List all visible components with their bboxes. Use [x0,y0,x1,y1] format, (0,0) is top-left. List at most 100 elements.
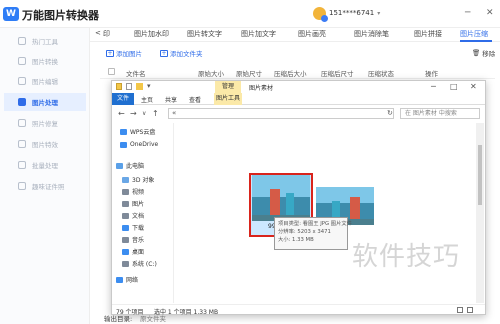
sidebar-item-label: 照片修复 [32,120,58,128]
column-compressed-dimensions: 压缩后尺寸 [321,70,354,78]
vertical-scrollbar[interactable] [476,123,484,303]
sidebar-item-hot-tools[interactable]: 热门工具 [4,32,86,50]
nav-item[interactable]: 下载 [122,223,144,232]
file-content-area: 99 项目类型: 看图王 JPG 图片文件 分辨率: 5203 x 3471 大… [176,123,476,303]
ribbon-tab-share[interactable]: 共享 [165,95,177,104]
nav-item-label: 下载 [132,225,145,232]
trash-icon: 🗑 [472,49,481,57]
select-all-checkbox[interactable] [108,68,115,75]
sidebar-item-label: 图片编辑 [32,78,58,86]
forward-arrow-icon[interactable]: → [130,109,137,118]
scrollbar-thumb[interactable] [478,145,482,205]
sidebar-item-image-convert[interactable]: 图片转换 [4,52,86,70]
nav-item-label: 系统 (C:) [132,261,157,268]
tab-image-to-text[interactable]: 图片转文字 [187,29,222,39]
nav-item-icon [122,248,129,255]
ribbon-tab-file[interactable]: 文件 [112,93,134,105]
username[interactable]: 151****6741 [329,9,374,17]
nav-item-icon [122,200,129,207]
process-icon [18,98,26,106]
explorer-status-bar: 79 个项目 选中 1 个项目 1.33 MB [112,304,485,316]
nav-item[interactable]: 此电脑 [116,161,144,170]
column-original-size: 原始大小 [198,70,224,78]
ribbon-tab-home[interactable]: 主页 [141,95,153,104]
tab-add-text[interactable]: 图片加文字 [241,29,276,39]
sidebar-item-photo-repair[interactable]: 照片修复 [4,114,86,132]
nav-item[interactable]: 网络 [116,275,138,284]
item-count: 79 个项目 [116,309,144,316]
sidebar-item-image-edit[interactable]: 图片编辑 [4,72,86,90]
refresh-icon[interactable]: ↻ [387,109,393,117]
nav-item-icon [116,162,123,169]
add-folder-label: 添加文件夹 [170,50,203,58]
tabs-back-icon[interactable]: < [95,29,101,37]
title-bar: W 万能图片转换器 151****6741 ▾ ─ ✕ [0,0,500,28]
recent-dropdown-icon[interactable]: ∨ [142,110,146,117]
tab-watermark[interactable]: 图片加水印 [134,29,169,39]
quick-access-dropdown[interactable]: ▾ [147,82,151,90]
tab-stitch[interactable]: 图片拼接 [414,29,442,39]
quick-access-new-folder-icon[interactable] [136,83,143,90]
sidebar-item-image-process[interactable]: 图片处理 [4,93,86,111]
sidebar-item-label: 热门工具 [32,38,58,46]
sidebar-item-batch[interactable]: 批量处理 [4,156,86,174]
nav-item-icon [122,236,129,243]
column-original-dimensions: 原始尺寸 [236,70,262,78]
nav-item-label: WPS云盘 [130,129,156,136]
add-image-button[interactable]: + 添加图片 [106,48,142,58]
tab-print[interactable]: 印 [103,29,110,39]
nav-item[interactable]: 视频 [122,187,144,196]
back-arrow-icon[interactable]: ← [118,109,125,118]
remove-button[interactable]: 🗑 移除 [472,48,495,58]
quick-access-properties-icon[interactable] [126,83,132,90]
ribbon-tab-picture-tools[interactable]: 图片工具 [214,93,242,105]
sidebar-item-image-effects[interactable]: 图片特效 [4,135,86,153]
tab-eraser[interactable]: 图片消除笔 [354,29,389,39]
nav-item[interactable]: 系统 (C:) [122,259,157,268]
nav-item[interactable]: 文档 [122,211,144,220]
minimize-button[interactable]: ─ [465,8,470,18]
nav-item[interactable]: WPS云盘 [120,127,155,136]
quick-access-folder-icon[interactable] [116,83,122,90]
sidebar-item-label: 批量处理 [32,162,58,170]
up-arrow-icon[interactable]: ↑ [152,109,159,118]
sidebar-item-id-photo[interactable]: 趣味证件照 [4,177,86,195]
sidebar: 热门工具 图片转换 图片编辑 图片处理 照片修复 图片特效 批量处理 趣味证件照 [0,28,90,324]
file-table-header: 文件名 原始大小 原始尺寸 压缩后大小 压缩后尺寸 压缩状态 操作 [100,65,495,79]
large-icons-view-icon[interactable] [467,307,473,313]
column-compressed-size: 压缩后大小 [274,70,307,78]
edit-icon [18,77,26,85]
nav-item[interactable]: OneDrive [120,141,158,148]
sidebar-item-label: 图片处理 [32,99,58,107]
add-folder-icon: + [160,49,168,57]
nav-item[interactable]: 桌面 [122,247,144,256]
address-bar[interactable]: « [168,108,394,119]
column-status: 压缩状态 [368,70,394,78]
user-account[interactable]: 151****6741 ▾ [313,5,380,22]
nav-item-icon [120,128,127,135]
tab-compress[interactable]: 图片压缩 [460,29,488,39]
search-input[interactable]: 在 图片素材 中搜索 [400,108,480,119]
chevron-down-icon[interactable]: ▾ [377,10,380,17]
explorer-maximize-button[interactable]: □ [450,82,458,91]
nav-item[interactable]: 图片 [122,199,144,208]
nav-item-label: 3D 对象 [132,177,155,184]
nav-item-icon [122,176,129,183]
nav-item-icon [116,276,123,283]
id-photo-icon [18,182,26,190]
nav-item-label: 图片 [132,201,145,208]
nav-item[interactable]: 3D 对象 [122,175,154,184]
avatar[interactable] [313,6,328,22]
details-view-icon[interactable] [457,307,463,313]
toolbar: + 添加图片 + 添加文件夹 🗑 移除 [90,46,500,60]
explorer-close-button[interactable]: ✕ [470,82,477,91]
tab-brightness[interactable]: 图片画亮 [298,29,326,39]
tooltip-type: 项目类型: 看图王 JPG 图片文件 [278,221,352,227]
explorer-minimize-button[interactable]: ─ [431,82,436,91]
close-button[interactable]: ✕ [486,8,494,18]
nav-item-icon [122,188,129,195]
add-folder-button[interactable]: + 添加文件夹 [160,48,203,58]
ribbon-tab-view[interactable]: 查看 [189,95,201,104]
column-actions: 操作 [425,70,438,78]
nav-item[interactable]: 音乐 [122,235,144,244]
